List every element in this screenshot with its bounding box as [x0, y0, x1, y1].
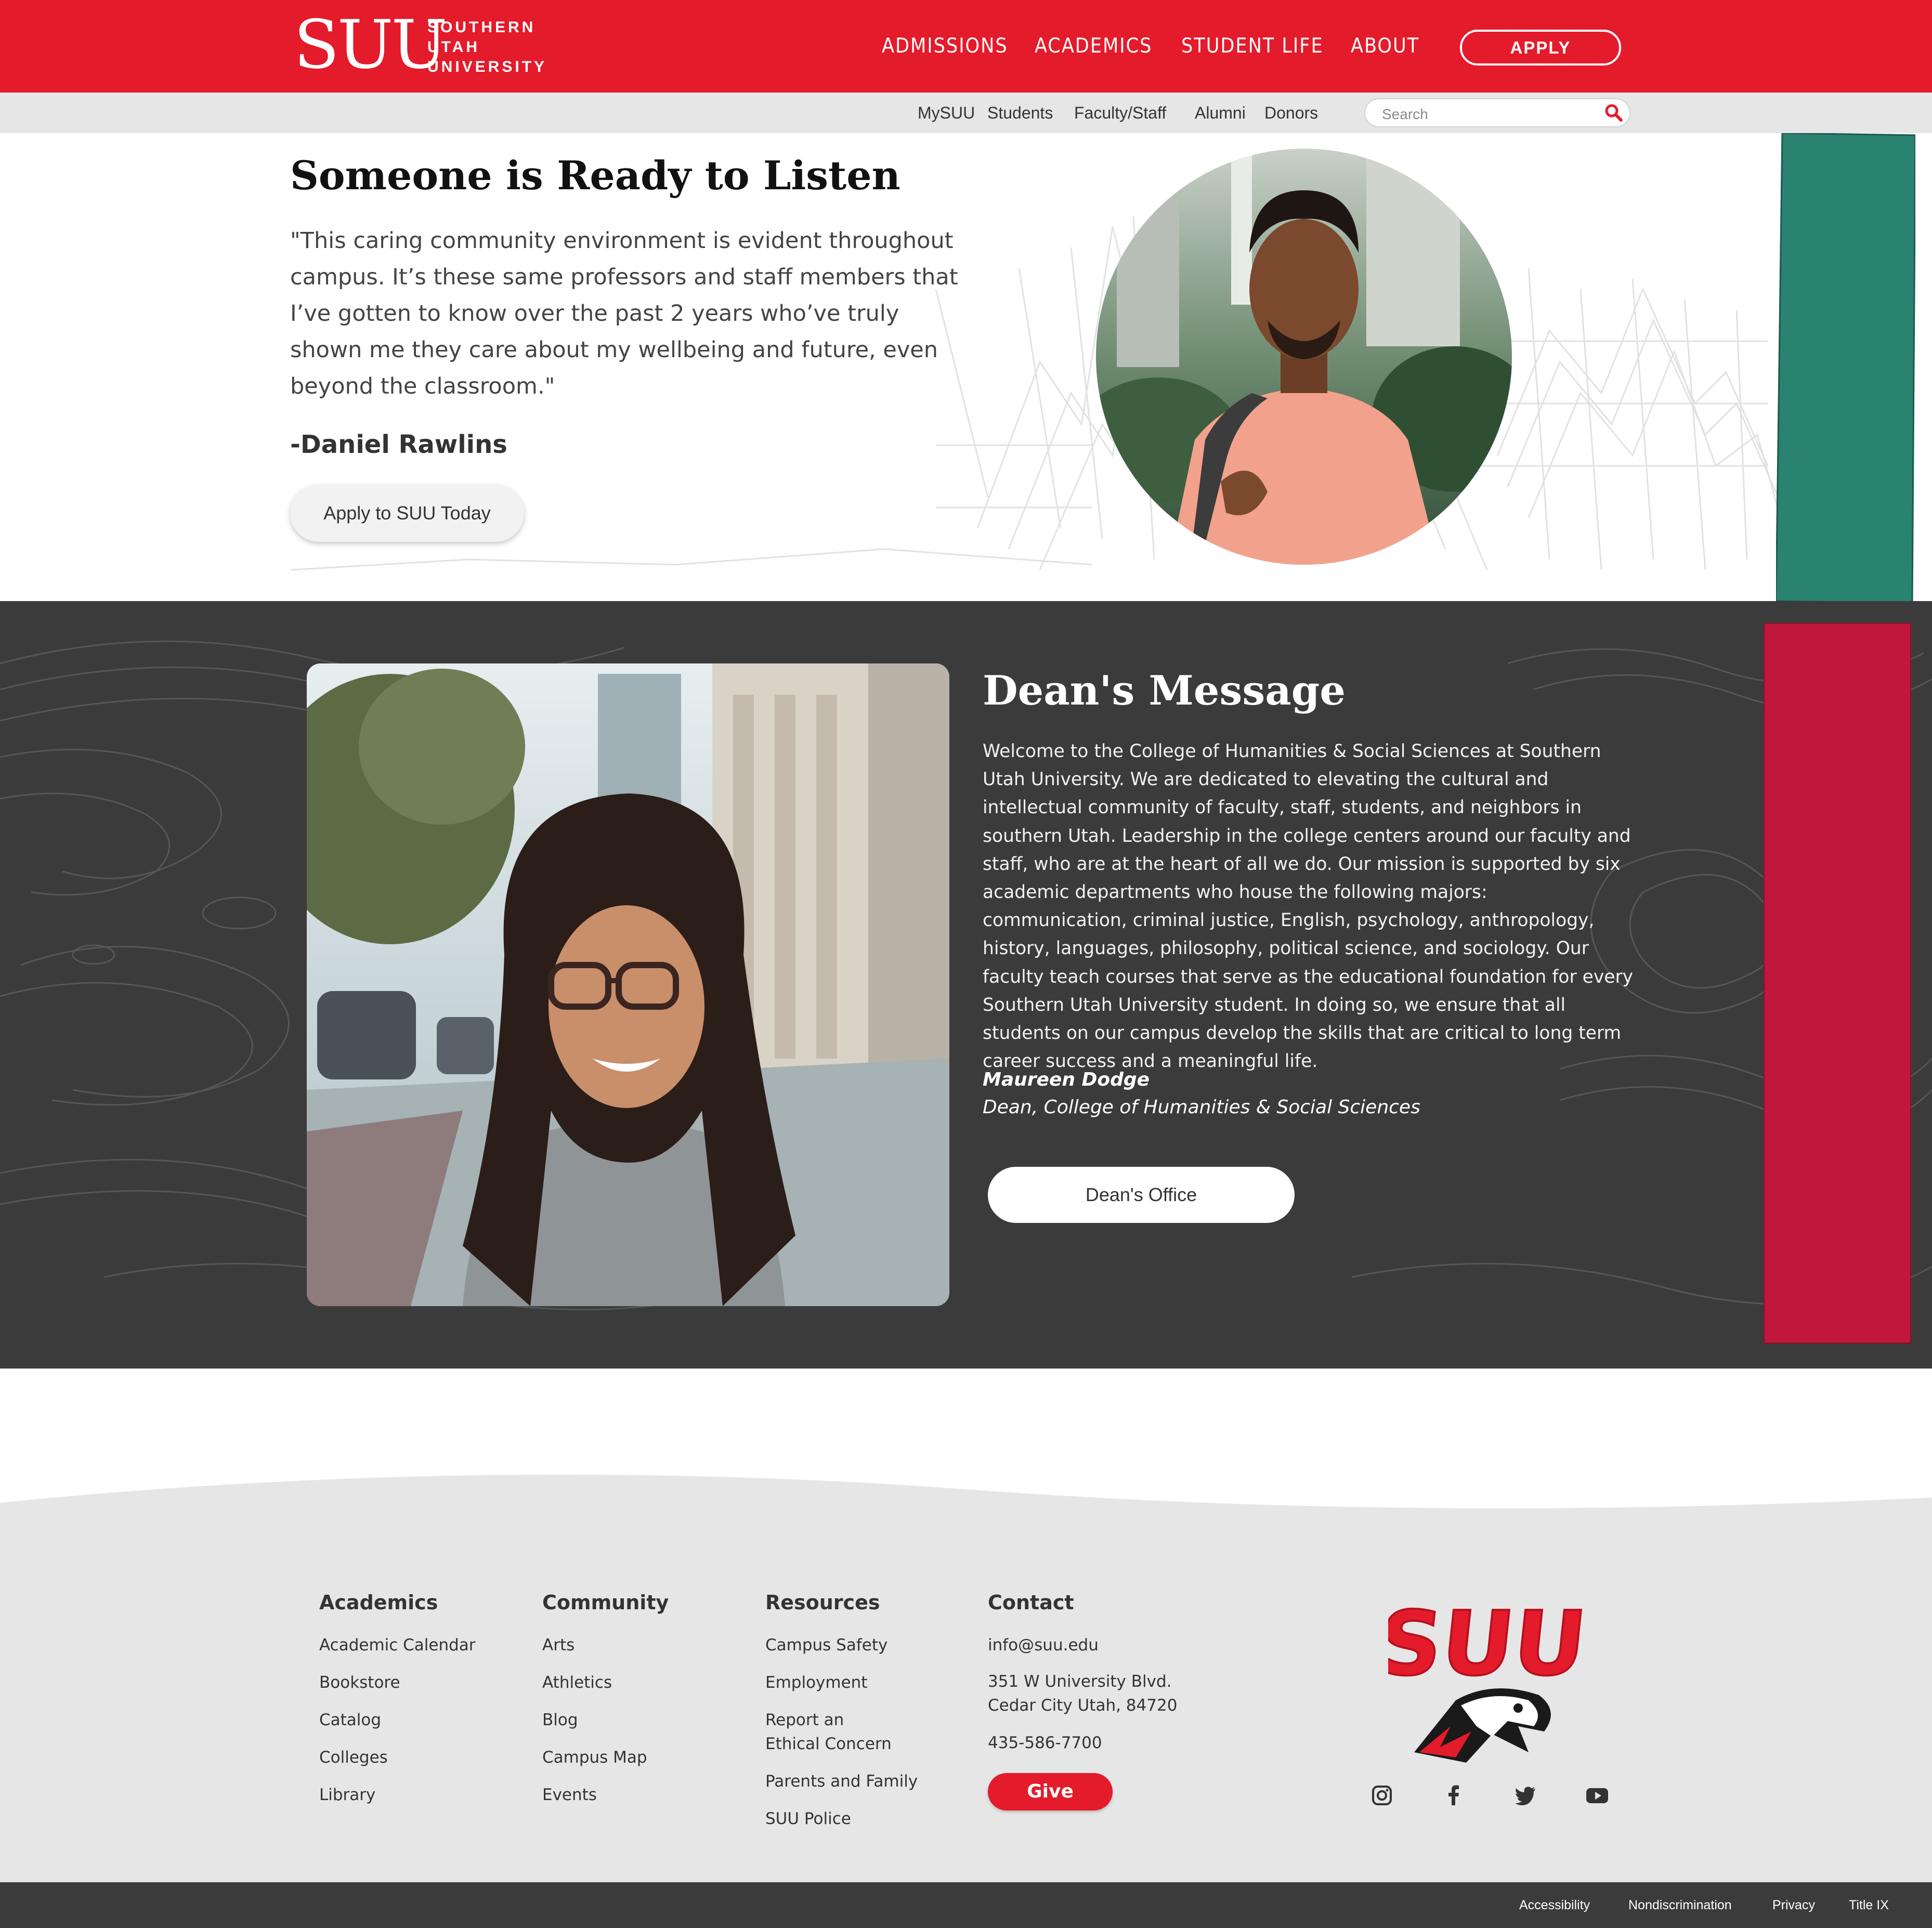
youtube-icon[interactable]	[1584, 1782, 1610, 1808]
footer-heading-academics: Academics	[319, 1591, 438, 1614]
util-link-mysuu[interactable]: MySUU	[918, 101, 975, 125]
deans-message-heading: Dean's Message	[983, 667, 1346, 714]
red-accent-bar	[1764, 623, 1911, 1344]
legal-link-title-ix[interactable]: Title IX	[1849, 1896, 1889, 1914]
legal-link-privacy[interactable]: Privacy	[1772, 1896, 1815, 1914]
search-input[interactable]	[1381, 104, 1591, 125]
footer-link-employment[interactable]: Employment	[765, 1671, 867, 1695]
util-link-students[interactable]: Students	[987, 101, 1053, 125]
contact-email[interactable]: info@suu.edu	[988, 1633, 1099, 1657]
logo-word: UTAH	[427, 38, 480, 56]
dean-name: Maureen Dodge	[983, 1069, 1150, 1090]
topo-lines-pattern	[0, 640, 1932, 1311]
footer-link-blog[interactable]: Blog	[542, 1708, 578, 1732]
testimonial-author: -Daniel Rawlins	[290, 430, 507, 459]
testimonial-quote: "This caring community environment is ev…	[290, 228, 958, 399]
apply-today-button[interactable]: Apply to SUU Today	[290, 485, 524, 542]
teal-accent-bar	[1776, 133, 1915, 603]
footer-link-library[interactable]: Library	[319, 1783, 375, 1807]
search-icon[interactable]	[1603, 102, 1624, 123]
nav-academics[interactable]: ACADEMICS	[1035, 34, 1152, 58]
contact-phone[interactable]: 435-586-7700	[988, 1731, 1102, 1755]
suu-thunderbirds-logo[interactable]: SUU	[1388, 1596, 1586, 1763]
footer-link-parents-family[interactable]: Parents and Family	[765, 1769, 918, 1793]
util-link-donors[interactable]: Donors	[1264, 101, 1318, 125]
footer-link-events[interactable]: Events	[542, 1783, 597, 1807]
deans-office-button[interactable]: Dean's Office	[988, 1167, 1295, 1223]
give-button[interactable]: Give	[988, 1773, 1113, 1810]
deans-message-section	[0, 601, 1932, 1369]
student-portrait-photo	[1096, 149, 1512, 565]
footer-link-campus-safety[interactable]: Campus Safety	[765, 1633, 887, 1657]
util-link-alumni[interactable]: Alumni	[1195, 101, 1246, 125]
logo-wordmark[interactable]: SOUTHERN UTAH UNIVERSITY	[427, 18, 563, 77]
dean-title: Dean, College of Humanities & Social Sci…	[983, 1097, 1420, 1118]
footer-link-suu-police[interactable]: SUU Police	[765, 1807, 851, 1831]
logo-word: SOUTHERN	[427, 19, 536, 36]
logo-word: UNIVERSITY	[427, 58, 547, 75]
twitter-icon[interactable]	[1512, 1782, 1538, 1808]
footer-link-line: Ethical Concern	[765, 1735, 892, 1753]
facebook-icon[interactable]	[1441, 1782, 1467, 1808]
legal-link-nondiscrimination[interactable]: Nondiscrimination	[1628, 1896, 1732, 1914]
svg-text:SUU: SUU	[1388, 1596, 1586, 1696]
deans-message-body: Welcome to the College of Humanities & S…	[983, 741, 1634, 1072]
footer-link-academic-calendar[interactable]: Academic Calendar	[319, 1633, 476, 1657]
footer-link-line: Report an	[765, 1711, 844, 1729]
footer-heading-community: Community	[542, 1591, 669, 1614]
contact-address-line1: 351 W University Blvd.	[988, 1672, 1172, 1691]
util-link-faculty-staff[interactable]: Faculty/Staff	[1074, 101, 1166, 125]
footer-link-campus-map[interactable]: Campus Map	[542, 1745, 647, 1769]
nav-student-life[interactable]: STUDENT LIFE	[1181, 34, 1324, 58]
footer-link-catalog[interactable]: Catalog	[319, 1708, 381, 1732]
footer-link-athletics[interactable]: Athletics	[542, 1671, 612, 1695]
student-portrait-photo	[307, 663, 949, 1306]
footer-heading-contact: Contact	[988, 1591, 1074, 1614]
footer-link-arts[interactable]: Arts	[542, 1633, 575, 1657]
apply-button[interactable]: APPLY	[1460, 30, 1621, 66]
footer-link-report-ethical-concern[interactable]: Report an Ethical Concern	[765, 1708, 892, 1756]
testimonial-heading: Someone is Ready to Listen	[290, 152, 900, 199]
footer-heading-resources: Resources	[765, 1591, 880, 1614]
suu-logo[interactable]: SUU	[294, 11, 447, 79]
footer-link-colleges[interactable]: Colleges	[319, 1745, 388, 1769]
footer-background-wave	[0, 1475, 1932, 1882]
legal-link-accessibility[interactable]: Accessibility	[1519, 1896, 1590, 1914]
nav-admissions[interactable]: ADMISSIONS	[882, 34, 1008, 58]
footer-link-bookstore[interactable]: Bookstore	[319, 1671, 400, 1695]
contact-address-line2: Cedar City Utah, 84720	[988, 1696, 1178, 1715]
nav-about[interactable]: ABOUT	[1351, 34, 1419, 58]
instagram-icon[interactable]	[1369, 1782, 1395, 1808]
